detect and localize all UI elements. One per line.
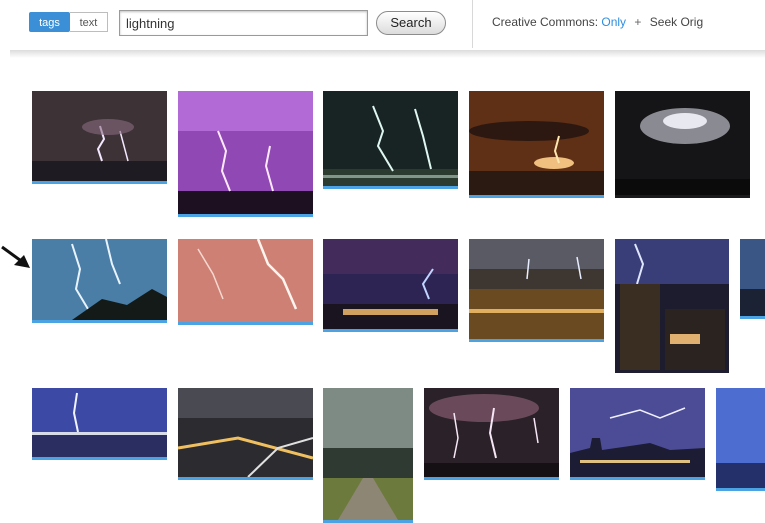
toolbar-shadow xyxy=(10,50,765,58)
creative-commons-label: Creative Commons: xyxy=(492,15,599,29)
image-thumb-bay-lightning-reflection[interactable] xyxy=(32,388,167,460)
search-input[interactable] xyxy=(119,10,368,36)
pointer-arrow-icon xyxy=(1,245,30,268)
tab-text[interactable]: text xyxy=(70,12,108,32)
image-thumb-blue-partial-thumb[interactable] xyxy=(740,239,765,319)
filter-separator: + xyxy=(634,15,642,29)
image-thumb-skyline-purple-bolt[interactable] xyxy=(570,388,705,480)
creative-commons-only-link[interactable]: Only xyxy=(601,15,626,29)
image-thumb-road-under-storm-cloud[interactable] xyxy=(323,388,413,523)
image-thumb-storm-over-water-bolts[interactable] xyxy=(32,91,167,184)
image-thumb-dark-cloud-flash[interactable] xyxy=(615,91,750,198)
filter-options: Creative Commons: Only + Seek Orig xyxy=(492,15,703,29)
seek-original-link[interactable]: Seek Orig xyxy=(650,15,703,29)
search-button[interactable]: Search xyxy=(376,11,446,35)
image-thumb-purple-sky-lightning[interactable] xyxy=(178,91,313,217)
image-thumb-orange-dusk-strike[interactable] xyxy=(469,91,604,198)
image-thumb-multi-strike-night[interactable] xyxy=(424,388,559,480)
image-thumb-green-night-city-bolts[interactable] xyxy=(323,91,458,189)
image-thumb-purple-night-town-strike[interactable] xyxy=(323,239,458,332)
search-toolbar: tags text Search Creative Commons: Only … xyxy=(0,0,765,52)
image-thumb-blue-sky-forked-bolts[interactable] xyxy=(32,239,167,323)
tab-tags[interactable]: tags xyxy=(29,12,70,32)
image-thumb-pink-haze-lightning[interactable] xyxy=(178,239,313,325)
image-thumb-blue-edge-thumb[interactable] xyxy=(716,388,765,491)
image-thumb-highway-storm-night[interactable] xyxy=(178,388,313,480)
image-thumb-city-lights-storm[interactable] xyxy=(469,239,604,342)
toolbar-divider xyxy=(472,0,473,48)
image-thumb-tower-block-lightning[interactable] xyxy=(615,239,729,373)
